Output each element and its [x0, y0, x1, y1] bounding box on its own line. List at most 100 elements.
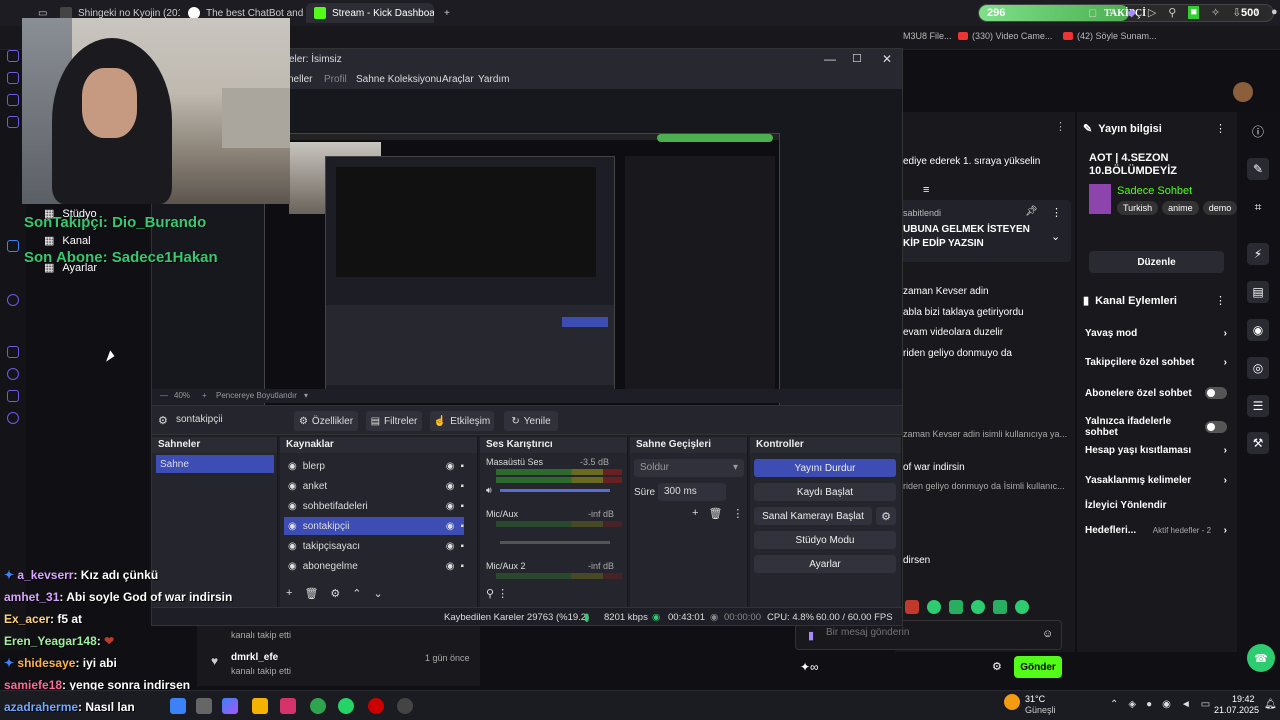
source-item[interactable]: ◉ takipçisayacı ◉ ▪: [284, 537, 464, 555]
start-virtual-camera-button[interactable]: Sanal Kamerayı Başlat: [754, 507, 872, 525]
followers-only-row[interactable]: Takipçilere özel sohbet ›: [1077, 357, 1237, 368]
bell-icon[interactable]: ♪: [1253, 6, 1259, 19]
menu-tools[interactable]: Araçlar: [442, 74, 474, 85]
menu-scenes[interactable]: neller: [288, 74, 312, 85]
grid-icon[interactable]: ⌗: [1247, 196, 1269, 218]
play-icon[interactable]: ▷: [1148, 6, 1156, 19]
speaker-icon[interactable]: 🔊︎: [486, 485, 492, 496]
chevron-down-icon[interactable]: ⌄: [1051, 230, 1060, 243]
duration-input[interactable]: 300 ms: [658, 483, 726, 501]
filters-button[interactable]: ▤ Filtreler: [366, 411, 422, 431]
mic-icon[interactable]: ●: [1146, 699, 1152, 710]
opera-icon[interactable]: [368, 698, 384, 714]
file-icon[interactable]: ▤: [1247, 281, 1269, 303]
rail-icon-9[interactable]: [7, 390, 19, 402]
emote-icon[interactable]: [949, 600, 963, 614]
refresh-button[interactable]: ↻ Yenile: [504, 411, 558, 431]
start-icon[interactable]: [170, 698, 186, 714]
volume-slider[interactable]: [500, 489, 610, 492]
edit-button[interactable]: Düzenle: [1089, 251, 1224, 273]
info-icon[interactable]: ⓘ: [1247, 120, 1269, 142]
subs-only-toggle[interactable]: [1205, 387, 1227, 399]
lock-icon[interactable]: ▪: [460, 501, 464, 512]
folder-icon[interactable]: [252, 698, 268, 714]
rail-icon-1[interactable]: [7, 50, 19, 62]
menu-icon[interactable]: ⋮: [732, 507, 743, 520]
transition-select[interactable]: Soldur ▾: [634, 459, 744, 477]
menu-channel[interactable]: ▦ Kanal: [44, 234, 91, 248]
settings-icon[interactable]: [7, 412, 19, 424]
chat-settings-icon[interactable]: ⚙: [992, 660, 1002, 673]
subs-only-row[interactable]: Abonelere özel sohbet: [1077, 387, 1237, 399]
virtual-camera-settings-icon[interactable]: ⚙: [876, 507, 896, 525]
whatsapp-icon[interactable]: [338, 698, 354, 714]
raid-row[interactable]: İzleyici Yönlendir: [1077, 500, 1237, 511]
add-icon[interactable]: +: [286, 587, 292, 600]
send-button[interactable]: Gönder: [1014, 656, 1062, 678]
chat-icon[interactable]: ◉: [1247, 319, 1269, 341]
lock-icon[interactable]: ▪: [460, 521, 464, 532]
slow-mode-row[interactable]: Yavaş mod ›: [1077, 328, 1237, 339]
start-recording-button[interactable]: Kaydı Başlat: [754, 483, 896, 501]
taskview-icon[interactable]: [196, 698, 212, 714]
trash-icon[interactable]: 🗑︎: [708, 507, 722, 520]
eye-icon[interactable]: ◉: [446, 501, 455, 512]
bookmark-soyle[interactable]: (42) Söyle Sunam...: [1063, 31, 1157, 41]
battery-icon[interactable]: ▭: [1201, 699, 1210, 710]
rail-icon-3[interactable]: [7, 94, 19, 106]
steam-icon[interactable]: ◉: [1162, 699, 1171, 710]
pin-icon[interactable]: 📌︎: [1025, 206, 1038, 217]
category-link[interactable]: Sadece Sohbet: [1117, 185, 1192, 197]
add-icon[interactable]: +: [692, 507, 698, 520]
profile-icon[interactable]: ●: [1271, 6, 1278, 19]
emote-icon[interactable]: [1015, 600, 1029, 614]
emote-icon[interactable]: [971, 600, 985, 614]
minimize-icon[interactable]: —: [824, 52, 836, 66]
bookmark-icon[interactable]: ◻: [1088, 6, 1097, 19]
support-icon[interactable]: ☎: [1247, 644, 1275, 672]
pin-icon[interactable]: ⚲: [1168, 6, 1176, 19]
extension-active-icon[interactable]: ■: [1188, 6, 1199, 19]
tag[interactable]: anime: [1162, 201, 1199, 215]
chrome-icon[interactable]: [310, 698, 326, 714]
studio-mode-button[interactable]: Stüdyo Modu: [754, 531, 896, 549]
avatar[interactable]: [1233, 82, 1253, 102]
zoom-mode[interactable]: Pencereye Boyutlandır: [216, 391, 297, 400]
broadcast-icon[interactable]: ◎: [1247, 357, 1269, 379]
source-item[interactable]: ◉ anket ◉ ▪: [284, 477, 464, 495]
stream-info-menu-icon[interactable]: ⋮: [1215, 122, 1226, 135]
notification-icon[interactable]: 🔔︎: [1264, 699, 1277, 710]
close-icon[interactable]: ✕: [882, 52, 892, 66]
bolt-icon[interactable]: ⚡︎: [1247, 243, 1269, 265]
up-icon[interactable]: ⌃: [352, 587, 361, 600]
bookmark-m3u8[interactable]: M3U8 File...: [903, 31, 952, 41]
stop-streaming-button[interactable]: Yayını Durdur: [754, 459, 896, 477]
source-item[interactable]: ◉ blerp ◉ ▪: [284, 457, 464, 475]
wrench-icon[interactable]: ⚒: [1247, 432, 1269, 454]
clock-icon[interactable]: [7, 368, 19, 380]
properties-button[interactable]: ⚙ Özellikler: [294, 411, 358, 431]
eye-icon[interactable]: ◉: [446, 461, 455, 472]
trash-icon[interactable]: 🗑︎: [304, 587, 318, 600]
gear-icon[interactable]: ⚙: [330, 587, 340, 600]
interact-button[interactable]: ☝ Etkileşim: [430, 411, 494, 431]
lock-icon[interactable]: ▪: [460, 541, 464, 552]
follow-user[interactable]: dmrkl_efe: [231, 652, 278, 663]
shield-icon[interactable]: ◆: [1127, 6, 1135, 19]
maximize-icon[interactable]: ☐: [852, 52, 862, 65]
chat-menu-icon[interactable]: ⋮: [1055, 120, 1066, 133]
pencil-icon[interactable]: ✎: [1247, 158, 1269, 180]
zoom-out-icon[interactable]: —: [160, 391, 168, 400]
down-icon[interactable]: ⌄: [374, 587, 383, 600]
network-icon[interactable]: ◈: [1128, 699, 1136, 710]
emote-only-row[interactable]: Yalnızca ifadelerle sohbet: [1077, 416, 1237, 438]
instagram-icon[interactable]: [280, 698, 296, 714]
chat-tools-icon[interactable]: ✦∞: [800, 660, 819, 674]
crop-icon[interactable]: ⌗: [1109, 6, 1115, 19]
channel-actions-menu-icon[interactable]: ⋮: [1215, 294, 1226, 307]
source-item[interactable]: ◉ abonegelme ◉ ▪: [284, 557, 464, 575]
list-icon[interactable]: ☰: [1247, 395, 1269, 417]
obs-icon[interactable]: [397, 698, 413, 714]
lock-icon[interactable]: ▪: [460, 561, 464, 572]
rail-icon-7[interactable]: [7, 346, 19, 358]
